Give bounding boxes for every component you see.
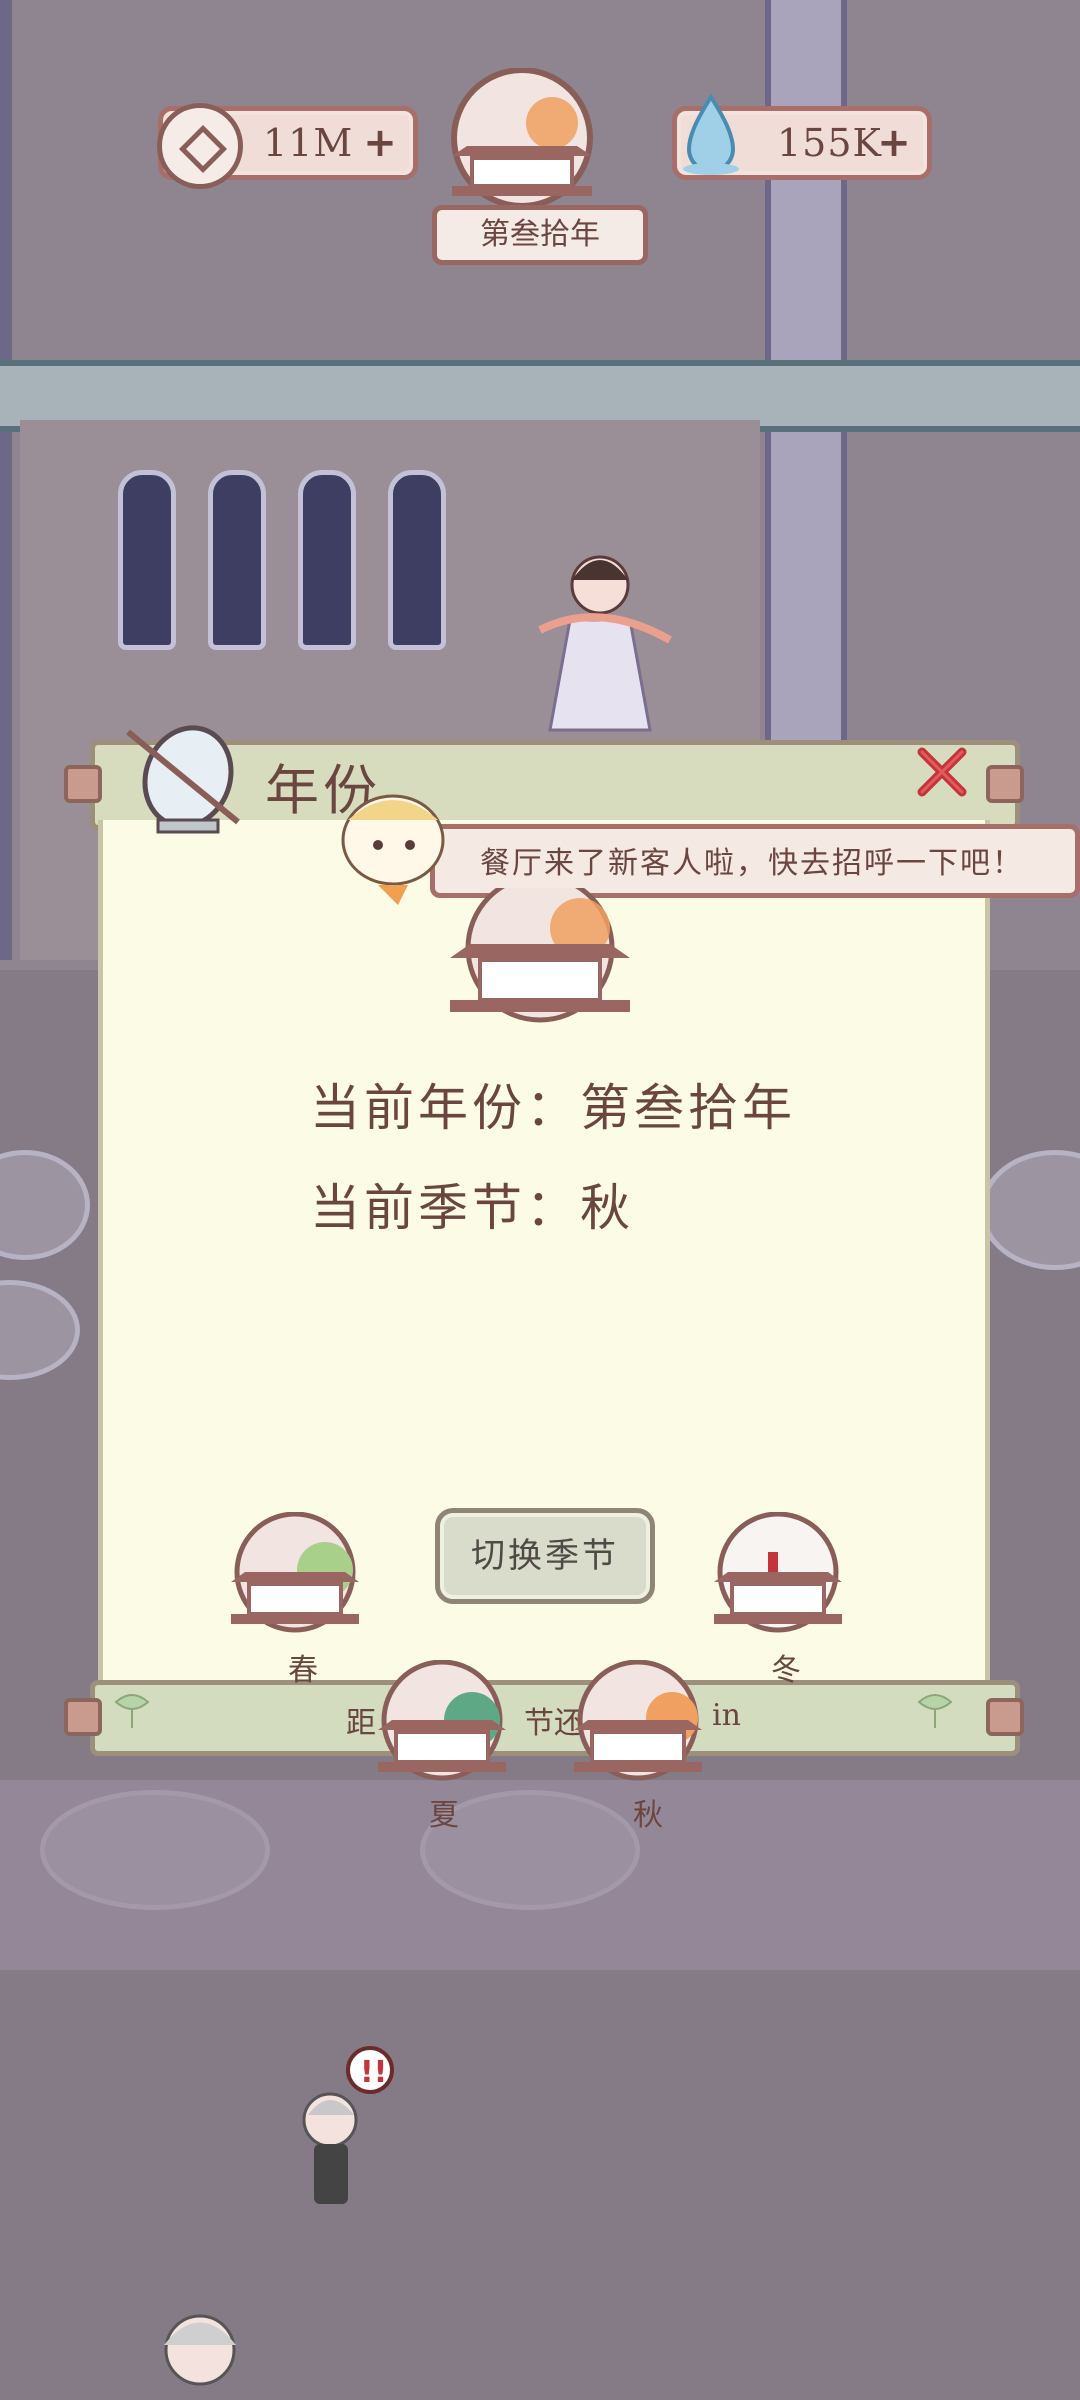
scroll-rod-end — [986, 1698, 1024, 1736]
lattice-window — [388, 470, 446, 650]
wave-pattern — [0, 1780, 1080, 1970]
sundial-icon — [126, 725, 240, 834]
spring-season-icon[interactable] — [225, 1512, 365, 1642]
spirit-value: 155K — [777, 121, 882, 165]
scroll-rod-end — [64, 1698, 102, 1736]
customer-character[interactable]: !! — [280, 2040, 410, 2240]
add-currency-button[interactable]: + — [363, 123, 397, 163]
ginkgo-leaf-icon — [114, 1694, 150, 1728]
currency-value: 11M — [263, 121, 354, 165]
currency-counter[interactable]: 11M + — [157, 103, 418, 189]
lattice-window — [118, 470, 176, 650]
customer-character[interactable] — [140, 2290, 260, 2400]
left-pillar — [0, 0, 12, 960]
svg-text:!!: !! — [360, 2055, 387, 2090]
current-year-text: 当前年份：第叁拾年 — [310, 1079, 796, 1137]
close-icon[interactable] — [912, 742, 972, 802]
spring-label: 春 — [288, 1653, 318, 1688]
notification-text: 餐厅来了新客人啦，快去招呼一下吧！ — [480, 846, 1024, 881]
autumn-pavilion-icon — [450, 888, 630, 1023]
lattice-window — [298, 470, 356, 650]
copper-coin-icon — [157, 103, 243, 189]
scroll-rod-end — [64, 765, 102, 803]
switch-season-button[interactable]: 切换季节 — [435, 1508, 655, 1604]
footer-countdown-right: in — [712, 1698, 741, 1733]
year-banner[interactable]: 第叁拾年 — [432, 205, 648, 265]
lattice-window — [208, 470, 266, 650]
summer-label: 夏 — [429, 1798, 459, 1833]
add-spirit-button[interactable]: + — [877, 123, 911, 163]
scroll-rod-end — [986, 765, 1024, 803]
water-drop-icon — [683, 93, 739, 175]
autumn-label: 秋 — [633, 1798, 663, 1833]
autumn-season-icon[interactable] — [568, 1660, 708, 1790]
ginkgo-leaf-icon — [917, 1694, 953, 1728]
winter-season-icon[interactable] — [708, 1512, 848, 1642]
summer-season-icon[interactable] — [372, 1660, 512, 1790]
year-pavilion-icon[interactable] — [432, 68, 612, 218]
current-season-text: 当前季节：秋 — [310, 1179, 634, 1237]
dancer-character[interactable] — [500, 540, 700, 740]
winter-label: 冬 — [771, 1653, 801, 1688]
spirit-counter[interactable]: 155K + — [672, 93, 932, 180]
